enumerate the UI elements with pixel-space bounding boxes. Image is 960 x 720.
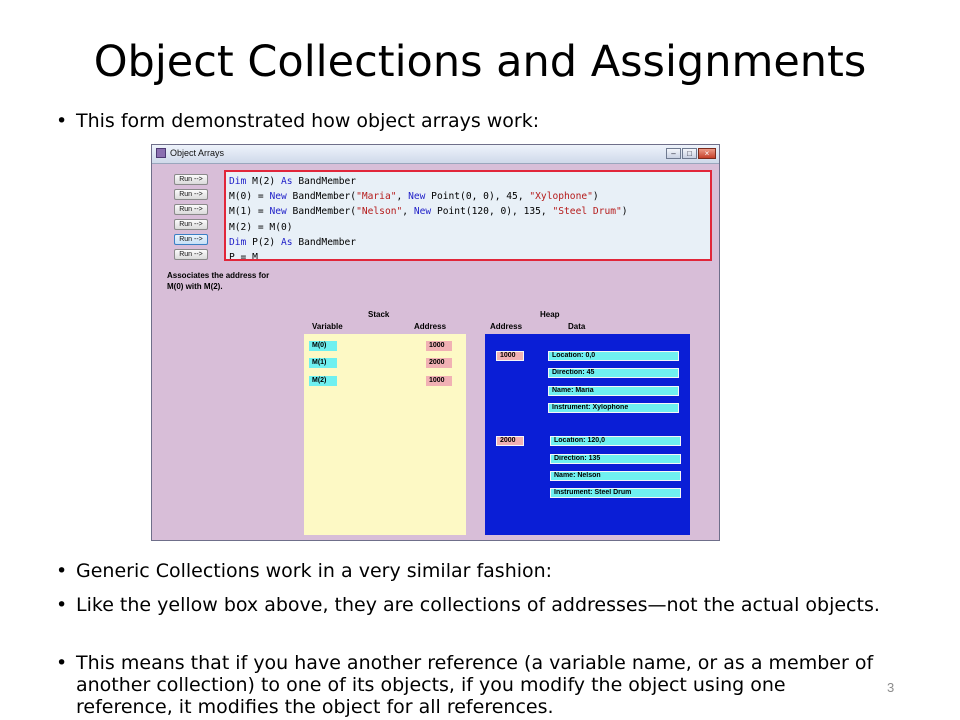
stack-title: Stack	[368, 310, 390, 319]
bullet-dot: •	[56, 594, 68, 616]
run-button-2[interactable]: Run -->	[174, 189, 208, 200]
bullet-dot: •	[56, 652, 68, 674]
stack-variable-header: Variable	[312, 322, 343, 331]
stack-address-cell: 1000	[426, 376, 452, 386]
code-text: ,	[402, 206, 414, 218]
code-string: "Nelson"	[356, 206, 403, 218]
stack-variable-cell: M(0)	[309, 341, 337, 351]
code-line: M(2) = M(0)	[229, 220, 707, 235]
bullet-dot: •	[56, 110, 68, 132]
stack-variable-cell: M(2)	[309, 376, 337, 386]
status-var-a: M(0)	[167, 282, 184, 291]
run-button-3[interactable]: Run -->	[174, 204, 208, 215]
code-text: BandMember(	[286, 191, 357, 203]
bullet-item: • This means that if you have another re…	[56, 652, 886, 718]
code-line: Dim P(2) As BandMember	[229, 235, 707, 250]
stack-variable-cell: M(1)	[309, 358, 337, 368]
code-text: M(1) =	[229, 206, 270, 218]
code-text: M(2)	[246, 176, 281, 187]
page-number: 3	[887, 680, 895, 695]
heap-data-field: Instrument: Steel Drum	[550, 488, 681, 498]
bullet-item: • This form demonstrated how object arra…	[56, 110, 886, 132]
window-titlebar: Object Arrays – □ ×	[152, 145, 719, 164]
code-keyword: New	[269, 206, 287, 218]
status-var-b: M(2)	[203, 282, 221, 291]
code-keyword: New	[269, 191, 287, 203]
code-text: P(2)	[246, 236, 281, 248]
code-keyword: Dim	[229, 236, 247, 248]
code-string: "Maria"	[356, 191, 397, 203]
bullet-text: Generic Collections work in a very simil…	[76, 560, 553, 582]
status-message: Associates the address for M(0) with M(2…	[167, 270, 367, 292]
code-listing: Dim M(2) As BandMember M(0) = New BandMem…	[224, 170, 712, 261]
code-string: "Xylophone"	[529, 191, 593, 203]
status-line-1: Associates the address for	[167, 271, 270, 280]
code-keyword: Dim	[229, 176, 247, 187]
heap-data-field: Location: 0,0	[548, 351, 679, 361]
stack-address-cell: 1000	[426, 341, 452, 351]
bullet-item: • Like the yellow box above, they are co…	[56, 594, 886, 616]
app-icon	[156, 148, 166, 158]
code-text: M(2) = M(0)	[229, 221, 293, 233]
stack-address-header: Address	[414, 322, 447, 331]
heap-data-field: Name: Nelson	[550, 471, 681, 481]
heap-address-cell: 2000	[496, 436, 524, 446]
object-arrays-window: Object Arrays – □ × Run --> Run --> Run …	[151, 144, 720, 541]
code-keyword: As	[280, 176, 293, 187]
heap-address-cell: 1000	[496, 351, 524, 361]
status-text-end: .	[220, 282, 223, 291]
run-button-1[interactable]: Run -->	[174, 174, 208, 185]
status-line-2: M(0) with M(2).	[167, 281, 367, 292]
heap-data-field: Location: 120,0	[550, 436, 681, 446]
bullet-text: Like the yellow box above, they are coll…	[76, 594, 880, 616]
run-button-5[interactable]: Run -->	[174, 234, 208, 245]
slide-title: Object Collections and Assignments	[93, 37, 867, 87]
minimize-button[interactable]: –	[666, 148, 681, 159]
code-text: BandMember(	[286, 206, 357, 218]
code-keyword: New	[413, 206, 432, 218]
heap-data-field: Direction: 135	[550, 454, 681, 464]
window-title: Object Arrays	[170, 148, 225, 158]
bullet-dot: •	[56, 560, 68, 582]
stack-address-cell: 2000	[426, 358, 452, 368]
code-line: Dim M(2) As BandMember	[229, 174, 707, 189]
code-text: ,	[396, 191, 409, 203]
code-keyword: As	[280, 236, 293, 248]
heap-title: Heap	[540, 310, 560, 319]
heap-data-header: Data	[568, 322, 586, 331]
heap-address-header: Address	[490, 322, 523, 331]
bullet-text: This form demonstrated how object arrays…	[76, 110, 540, 132]
code-text: )	[592, 191, 599, 203]
bullet-text: This means that if you have another refe…	[76, 652, 874, 718]
code-line: M(0) = New BandMember("Maria", New Point…	[229, 189, 707, 204]
code-text: )	[621, 206, 628, 218]
code-line: M(1) = New BandMember("Nelson", New Poin…	[229, 204, 707, 219]
code-text: BandMember	[292, 236, 357, 248]
heap-data-field: Direction: 45	[548, 368, 679, 378]
code-string: "Steel Drum"	[552, 206, 622, 218]
close-button[interactable]: ×	[698, 148, 716, 159]
code-line: P = M	[229, 250, 707, 261]
code-text: P = M	[229, 252, 258, 261]
maximize-button[interactable]: □	[682, 148, 697, 159]
code-keyword: New	[408, 191, 426, 203]
heap-data-field: Name: Maria	[548, 386, 679, 396]
code-text: Point(120, 0), 135,	[431, 206, 553, 218]
code-text: M(0) =	[229, 191, 270, 203]
code-text: BandMember	[292, 176, 357, 187]
status-text-mid: with	[183, 282, 204, 291]
heap-panel	[485, 334, 690, 535]
bullet-item: • Generic Collections work in a very sim…	[56, 560, 886, 582]
run-button-6[interactable]: Run -->	[174, 249, 208, 260]
run-button-4[interactable]: Run -->	[174, 219, 208, 230]
heap-data-field: Instrument: Xylophone	[548, 403, 679, 413]
code-text: Point(0, 0), 45,	[425, 191, 530, 203]
